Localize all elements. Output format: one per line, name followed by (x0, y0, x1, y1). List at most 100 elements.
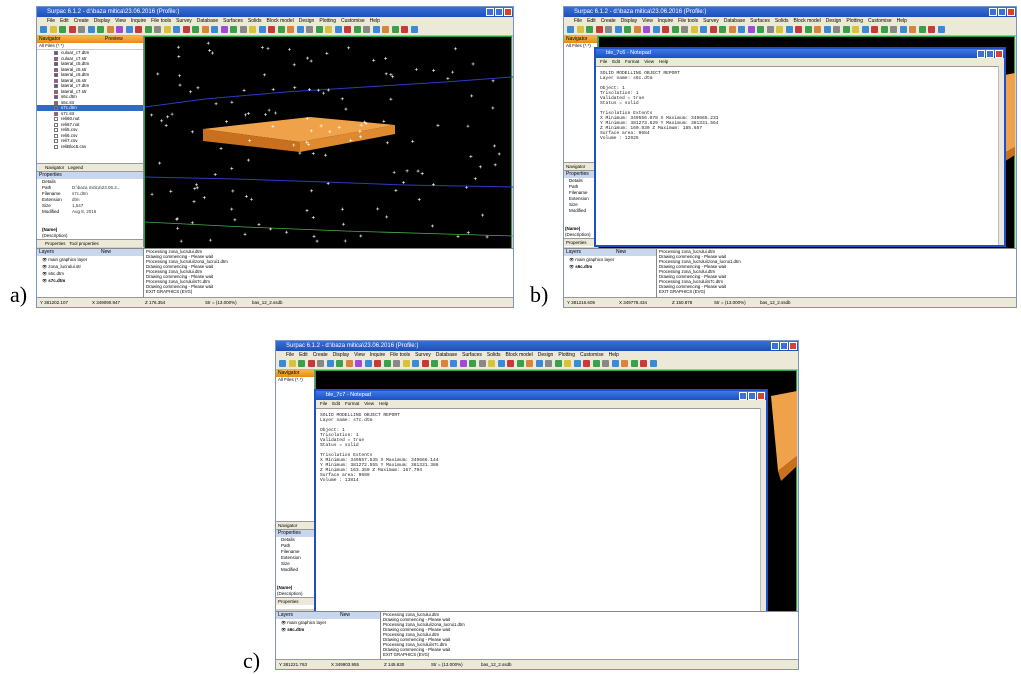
toolbar-tool-icon[interactable] (621, 360, 628, 367)
toolbar-tool-icon[interactable] (747, 26, 755, 33)
new-layer-button[interactable]: New (340, 612, 350, 619)
toolbar-tool-icon[interactable] (478, 360, 486, 367)
toolbar-tool-icon[interactable] (738, 26, 745, 33)
toolbar-tool-icon[interactable] (279, 360, 286, 367)
notepad-window[interactable]: ble_7c6 - Notepad File Edit Format View Help… (594, 47, 1006, 247)
layer-item[interactable]: 👁 main graphics layer (564, 256, 656, 263)
toolbar-tool-icon[interactable] (852, 26, 859, 33)
notepad-window[interactable]: ble_7c7 - Notepad File Edit Format View Help… (314, 389, 768, 615)
toolbar-tool-icon[interactable] (391, 26, 399, 33)
toolbar-tool-icon[interactable] (567, 26, 574, 33)
toolbar-tool-icon[interactable] (766, 26, 774, 33)
minimize-button[interactable] (977, 50, 985, 58)
toolbar-tool-icon[interactable] (410, 26, 418, 33)
toolbar-tool-icon[interactable] (583, 360, 590, 367)
menu-item-inquire[interactable]: Inquire (658, 18, 673, 24)
toolbar-tool-icon[interactable] (497, 360, 505, 367)
notepad-menu-file[interactable]: File (320, 401, 327, 406)
menu-item-edit[interactable]: Edit (60, 18, 69, 24)
toolbar-tool-icon[interactable] (611, 360, 619, 367)
menu-item-block-model[interactable]: Block model (794, 18, 821, 24)
toolbar-tool-icon[interactable] (363, 26, 370, 33)
tab-properties[interactable]: Properties (564, 238, 597, 246)
new-layer-button[interactable]: New (616, 249, 626, 256)
toolbar-tool-icon[interactable] (355, 360, 362, 367)
notepad-menu-format[interactable]: Format (345, 401, 359, 406)
toolbar-tool-icon[interactable] (296, 26, 304, 33)
toolbar-tool-icon[interactable] (605, 26, 612, 33)
toolbar-tool-icon[interactable] (573, 360, 581, 367)
menu-item-design[interactable]: Design (826, 18, 842, 24)
maximize-button[interactable] (986, 50, 994, 58)
toolbar-tool-icon[interactable] (488, 360, 495, 367)
menu-item-plotting[interactable]: Plotting (319, 18, 336, 24)
toolbar-tool-icon[interactable] (624, 26, 631, 33)
menu-item-solids[interactable]: Solids (487, 352, 501, 358)
menu-item-customise[interactable]: Customise (580, 352, 604, 358)
toolbar-tool-icon[interactable] (307, 360, 315, 367)
notepad-menu-help[interactable]: Help (379, 401, 388, 406)
toolbar-tool-icon[interactable] (469, 360, 476, 367)
menu-item-edit[interactable]: Edit (587, 18, 596, 24)
toolbar-tool-icon[interactable] (192, 26, 199, 33)
toolbar-tool-icon[interactable] (230, 26, 237, 33)
toolbar-tool-icon[interactable] (592, 360, 600, 367)
scrollbar[interactable] (760, 408, 766, 613)
new-layer-button[interactable]: New (101, 249, 111, 256)
toolbar-tool-icon[interactable] (633, 26, 641, 33)
toolbar-tool-icon[interactable] (795, 26, 802, 33)
toolbar-tool-icon[interactable] (78, 26, 85, 33)
toolbar-tool-icon[interactable] (928, 26, 935, 33)
menu-item-customise[interactable]: Customise (341, 18, 365, 24)
toolbar-tool-icon[interactable] (317, 360, 324, 367)
notepad-menu-edit[interactable]: Edit (332, 401, 340, 406)
toolbar-tool-icon[interactable] (459, 360, 467, 367)
toolbar-tool-icon[interactable] (757, 26, 764, 33)
menu-item-inquire[interactable]: Inquire (131, 18, 146, 24)
layer-item[interactable]: 👁 s7c.dtm (37, 277, 143, 284)
close-button[interactable] (789, 342, 797, 350)
layer-item[interactable]: 👁 s6c.dtm (564, 263, 656, 270)
minimize-button[interactable] (486, 8, 494, 16)
tab-legend[interactable]: Legend (68, 165, 83, 170)
toolbar-tool-icon[interactable] (401, 26, 408, 33)
toolbar-tool-icon[interactable] (173, 26, 180, 33)
scrollbar[interactable] (998, 66, 1004, 245)
menu-item-survey[interactable]: Survey (415, 352, 431, 358)
toolbar-tool-icon[interactable] (49, 26, 57, 33)
menu-item-plotting[interactable]: Plotting (846, 18, 863, 24)
tab-navigator[interactable]: Navigator (276, 521, 314, 529)
toolbar-tool-icon[interactable] (106, 26, 114, 33)
toolbar-tool-icon[interactable] (640, 360, 647, 367)
notepad-menu-view[interactable]: View (644, 59, 654, 64)
toolbar-tool-icon[interactable] (239, 26, 247, 33)
menu-item-file[interactable]: File (574, 18, 582, 24)
menu-item-solids[interactable]: Solids (248, 18, 262, 24)
toolbar-tool-icon[interactable] (662, 26, 669, 33)
notepad-menu-file[interactable]: File (600, 59, 607, 64)
toolbar-tool-icon[interactable] (576, 26, 584, 33)
toolbar-tool-icon[interactable] (842, 26, 850, 33)
minimize-button[interactable] (989, 8, 997, 16)
layer-item[interactable]: 👁 main graphics layer (276, 619, 380, 626)
toolbar-tool-icon[interactable] (861, 26, 869, 33)
toolbar-tool-icon[interactable] (372, 26, 380, 33)
toolbar-tool-icon[interactable] (135, 26, 142, 33)
menu-item-create[interactable]: Create (601, 18, 616, 24)
toolbar-tool-icon[interactable] (383, 360, 391, 367)
toolbar-tool-icon[interactable] (545, 360, 552, 367)
toolbar-tool-icon[interactable] (97, 26, 104, 33)
notepad-menu-format[interactable]: Format (625, 59, 639, 64)
notepad-menu-edit[interactable]: Edit (612, 59, 620, 64)
notepad-menu-view[interactable]: View (364, 401, 374, 406)
toolbar-tool-icon[interactable] (220, 26, 228, 33)
toolbar-tool-icon[interactable] (125, 26, 133, 33)
toolbar-tool-icon[interactable] (899, 26, 907, 33)
close-button[interactable] (504, 8, 512, 16)
menu-item-create[interactable]: Create (313, 352, 328, 358)
toolbar-tool-icon[interactable] (728, 26, 736, 33)
menu-item-help[interactable]: Help (609, 352, 619, 358)
menu-item-database[interactable]: Database (724, 18, 745, 24)
toolbar-tool-icon[interactable] (586, 26, 593, 33)
menu-item-view[interactable]: View (642, 18, 653, 24)
